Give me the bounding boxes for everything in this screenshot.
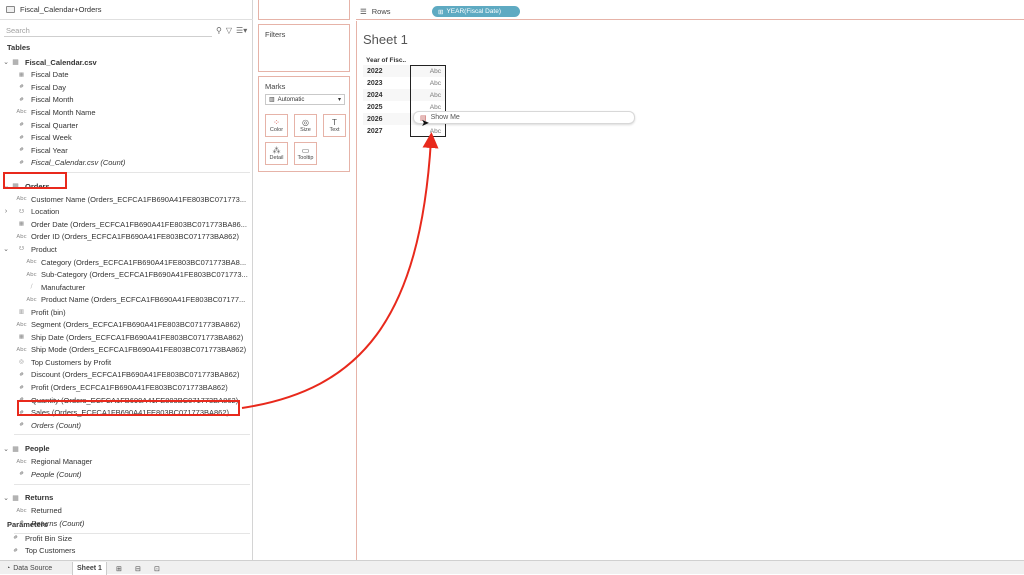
annotation-arrow bbox=[241, 132, 439, 409]
